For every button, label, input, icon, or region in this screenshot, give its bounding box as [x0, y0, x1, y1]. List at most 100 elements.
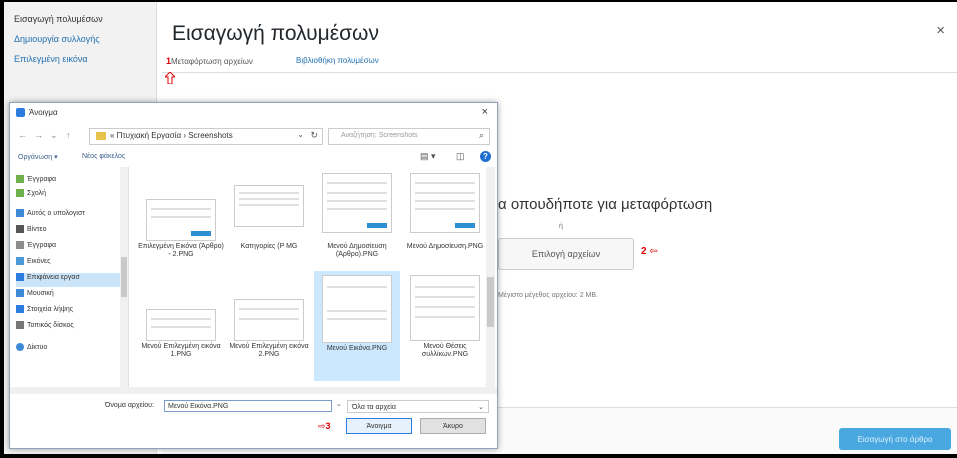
nav-item-school[interactable]: Σχολή: [16, 189, 120, 203]
navigation-pane: Έγγραφα Σχολή Αυτός ο υπολογιστ Βίντεο Έ…: [10, 167, 129, 387]
file-item[interactable]: Μενού Δημοσίευση.PNG: [402, 173, 486, 283]
menu-item-create-gallery[interactable]: Δημιουργία συλλογής: [14, 34, 100, 44]
nav-item-desktop[interactable]: Επιφάνεια εργασ: [16, 273, 120, 287]
filetype-select[interactable]: Όλα τα αρχεία ⌄: [347, 400, 489, 413]
new-folder-button[interactable]: Νέος φάκελος: [82, 153, 125, 160]
select-files-button[interactable]: Επιλογή αρχείων: [498, 238, 634, 270]
tab-upload-label: Μεταφόρτωση αρχείων: [171, 57, 253, 66]
cancel-button[interactable]: Άκυρο: [420, 418, 486, 434]
file-thumbnail: [146, 199, 216, 241]
chevron-down-icon[interactable]: ⌄: [336, 400, 344, 412]
nav-item-videos[interactable]: Βίντεο: [16, 225, 120, 239]
nav-item-pictures[interactable]: Εικόνες: [16, 257, 120, 271]
tab-media-library[interactable]: Βιβλιοθήκη πολυμέσων: [296, 56, 379, 65]
horizontal-scrollbar[interactable]: [10, 387, 497, 394]
close-icon[interactable]: ×: [936, 22, 945, 39]
file-name: Μενού Εικόνα.PNG: [326, 345, 388, 352]
filename-input[interactable]: Μενού Εικόνα.PNG: [164, 400, 332, 412]
nav-item-documents[interactable]: Έγγραφα: [16, 175, 120, 189]
file-name: Μενού Επιλεγμένη εικόνα 2.PNG: [229, 343, 309, 358]
file-item[interactable]: Κατηγορίες (Ρ MG: [226, 173, 312, 283]
file-name: Μενού Θέσεις συλλίκων.PNG: [421, 343, 469, 358]
filetype-value: Όλα τα αρχεία: [352, 404, 396, 411]
file-thumbnail: [234, 185, 304, 227]
file-thumbnail: [410, 275, 480, 341]
dialog-title: Άνοιγμα: [29, 108, 58, 117]
up-folder-icon[interactable]: ↑: [66, 130, 71, 140]
left-arrow-icon: ⇦: [649, 246, 658, 257]
dialog-buttons: ⇨3 Άνοιγμα Άκυρο: [10, 418, 497, 436]
drive-icon: [16, 321, 24, 329]
file-item-selected[interactable]: Μενού Εικόνα.PNG: [314, 271, 400, 381]
folder-icon: [16, 189, 24, 197]
scrollbar-thumb[interactable]: [121, 257, 127, 297]
step-3-marker: ⇨3: [318, 421, 331, 432]
dialog-close-icon[interactable]: ×: [482, 106, 488, 118]
recent-locations-icon[interactable]: ⌄: [50, 130, 58, 141]
scrollbar-thumb[interactable]: [487, 277, 494, 327]
help-icon[interactable]: ?: [480, 151, 491, 162]
filename-label: Όνομα αρχείου:: [105, 402, 154, 409]
nav-item-music[interactable]: Μουσική: [16, 289, 120, 303]
file-grid-scrollbar[interactable]: [486, 167, 495, 387]
modal-title: Εισαγωγή πολυμέσων: [172, 22, 379, 45]
search-box[interactable]: Αναζήτηση: Screenshots ⌕: [328, 128, 490, 145]
nav-item-downloads[interactable]: Στοιχεία λήψης: [16, 305, 120, 319]
address-bar[interactable]: « Πτυχιακή Εργασία › Screenshots ⌄ ↻: [89, 128, 323, 145]
file-item[interactable]: Επιλεγμένη Εικόνα (Άρθρο) - 2.PNG: [138, 173, 224, 283]
search-icon: ⌕: [478, 130, 484, 140]
file-thumbnail: [322, 173, 392, 233]
chevron-down-icon: ⌄: [478, 404, 484, 411]
nav-pane-scrollbar[interactable]: [120, 167, 128, 387]
drop-files-text: α οπουδήποτε για μεταφόρτωση: [498, 196, 713, 213]
nav-item-this-pc[interactable]: Αυτός ο υπολογιστ: [16, 209, 120, 223]
or-text: ή: [559, 223, 563, 230]
step-3-number: 3: [325, 421, 331, 431]
forward-arrow-icon[interactable]: →: [34, 130, 43, 140]
file-item[interactable]: Μενού Επιλεγμένη εικόνα 2.PNG: [226, 271, 312, 381]
file-grid: Επιλεγμένη Εικόνα (Άρθρο) - 2.PNG Κατηγο…: [132, 167, 486, 387]
file-thumbnail: [146, 309, 216, 341]
folder-icon: [96, 132, 106, 140]
nav-item-network[interactable]: Δίκτυο: [16, 343, 120, 357]
view-options-icon[interactable]: ▤ ▾: [420, 151, 436, 162]
preview-pane-icon[interactable]: ◫: [456, 151, 465, 162]
organize-button[interactable]: Οργάνωση ▾: [18, 153, 58, 161]
filename-row: Όνομα αρχείου: Μενού Εικόνα.PNG ⌄ Όλα τα…: [10, 399, 497, 415]
dialog-navbar: ← → ⌄ ↑ « Πτυχιακή Εργασία › Screenshots…: [10, 125, 497, 147]
tab-upload-files[interactable]: 1Μεταφόρτωση αρχείων: [166, 56, 253, 66]
file-item[interactable]: Μενού Θέσεις συλλίκων.PNG: [402, 271, 486, 381]
desktop-icon: [16, 273, 24, 281]
downloads-icon: [16, 305, 24, 313]
app-icon: [16, 108, 25, 117]
nav-item-documents-2[interactable]: Έγγραφα: [16, 241, 120, 255]
menu-item-featured-image[interactable]: Επιλεγμένη εικόνα: [14, 54, 88, 64]
open-file-dialog: Άνοιγμα × ← → ⌄ ↑ « Πτυχιακή Εργασία › S…: [9, 102, 498, 449]
music-icon: [16, 289, 24, 297]
file-name: Επιλεγμένη Εικόνα (Άρθρο) - 2.PNG: [138, 243, 224, 258]
file-name: Μενού Δημοσίευση.PNG: [406, 243, 484, 250]
pictures-icon: [16, 257, 24, 265]
up-arrow-icon: [165, 72, 175, 84]
network-icon: [16, 343, 24, 351]
file-name: Κατηγορίες (Ρ MG: [240, 243, 298, 250]
address-path: « Πτυχιακή Εργασία › Screenshots: [110, 131, 233, 140]
file-thumbnail: [322, 275, 392, 343]
step-2-marker: 2 ⇦: [641, 246, 658, 257]
file-item[interactable]: Μενού Επιλεγμένη εικόνα 1.PNG: [138, 271, 224, 381]
open-button[interactable]: Άνοιγμα: [346, 418, 412, 434]
right-arrow-icon: ⇨: [318, 421, 326, 431]
computer-icon: [16, 209, 24, 217]
file-thumbnail: [410, 173, 480, 233]
file-name: Μενού Επιλεγμένη εικόνα 1.PNG: [141, 343, 221, 358]
chevron-down-icon[interactable]: ⌄: [297, 130, 304, 139]
insert-into-post-button[interactable]: Εισαγωγή στο άρθρο: [839, 428, 951, 450]
max-upload-size: Μέγιστο μέγεθος αρχείου: 2 MB.: [498, 292, 598, 299]
refresh-icon[interactable]: ↻: [310, 130, 318, 141]
back-arrow-icon[interactable]: ←: [18, 130, 27, 140]
file-item[interactable]: Μενού Δημοσίευση (Άρθρο).PNG: [314, 173, 400, 283]
nav-item-local-disk[interactable]: Τοπικός δίσκος: [16, 321, 120, 335]
menu-item-insert-media[interactable]: Εισαγωγή πολυμέσων: [14, 14, 103, 24]
modal-tabs: 1Μεταφόρτωση αρχείων Βιβλιοθήκη πολυμέσω…: [162, 50, 957, 73]
step-2-number: 2: [641, 246, 647, 257]
